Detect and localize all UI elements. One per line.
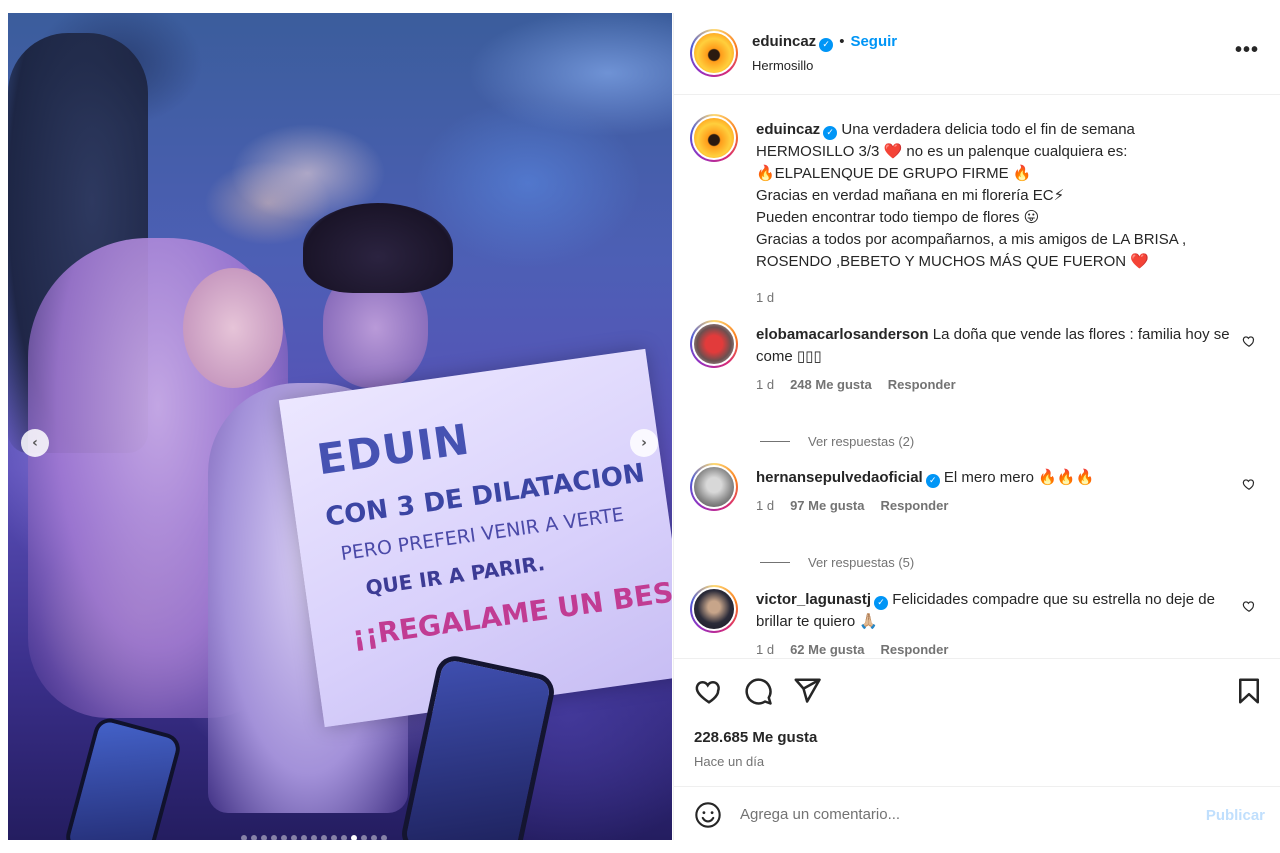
- comment-time[interactable]: 1 d: [756, 642, 774, 657]
- carousel-dot: [241, 835, 247, 840]
- comment-meta: 1 d 97 Me gusta Responder: [756, 495, 1236, 517]
- heart-icon[interactable]: [694, 676, 724, 706]
- verified-badge-icon: ✓: [819, 38, 834, 52]
- next-slide-button[interactable]: ›: [630, 429, 658, 457]
- post-location[interactable]: Hermosillo: [752, 58, 813, 73]
- post-details-panel: eduincaz ✓ • Seguir Hermosillo ••• eduincaz…: [673, 13, 1280, 840]
- author-username[interactable]: eduincaz: [752, 33, 816, 50]
- comment-likes[interactable]: 97 Me gusta: [790, 498, 864, 513]
- caption-line-4: Gracias en verdad mañana en mi florería …: [756, 187, 1065, 204]
- view-replies-button[interactable]: Ver respuestas (2): [760, 434, 914, 449]
- comment-body: hernansepulvedaoficial ✓ El mero mero 🔥🔥🔥…: [756, 467, 1236, 517]
- carousel-indicator: [241, 835, 387, 840]
- reply-button[interactable]: Responder: [881, 498, 949, 513]
- post-header: eduincaz ✓ • Seguir Hermosillo •••: [674, 13, 1280, 95]
- caption-time[interactable]: 1 d: [756, 287, 1226, 309]
- comment-body: victor_lagunastj ✓ Felicidades compadre q…: [756, 589, 1236, 658]
- comment-input[interactable]: [740, 800, 1180, 828]
- photo-woman-face: [183, 268, 283, 388]
- verified-badge-icon: ✓: [823, 126, 838, 140]
- comment-body: elobamacarlosanderson La doña que vende …: [756, 324, 1236, 396]
- publish-button[interactable]: Publicar: [1206, 807, 1265, 824]
- comment-time[interactable]: 1 d: [756, 377, 774, 392]
- carousel-dot: [331, 835, 337, 840]
- commenter-username[interactable]: hernansepulvedaoficial: [756, 469, 923, 486]
- verified-badge-icon: ✓: [925, 474, 940, 488]
- comment-icon[interactable]: [743, 676, 773, 706]
- caption-line-5: Pueden encontrar todo tiempo de flores 😛: [756, 209, 1040, 226]
- carousel-dot: [351, 835, 357, 840]
- comment-likes[interactable]: 248 Me gusta: [790, 377, 872, 392]
- bookmark-icon[interactable]: [1234, 676, 1264, 706]
- comment-likes[interactable]: 62 Me gusta: [790, 642, 864, 657]
- commenter-avatar[interactable]: [690, 585, 738, 633]
- author-row: eduincaz ✓ • Seguir: [752, 33, 897, 52]
- caption-line-6: Gracias a todos por acompañarnos, a mis …: [756, 231, 1187, 248]
- carousel-dot: [321, 835, 327, 840]
- caption-line-7: ROSENDO ,BEBETO Y MUCHOS MÁS QUE FUERON …: [756, 253, 1149, 270]
- carousel-dot: [261, 835, 267, 840]
- comment-item: elobamacarlosanderson La doña que vende …: [690, 320, 1270, 400]
- chevron-right-icon: ›: [641, 435, 647, 451]
- view-replies-button[interactable]: Ver respuestas (5): [760, 555, 914, 570]
- commenter-avatar[interactable]: [690, 463, 738, 511]
- carousel-dot: [341, 835, 347, 840]
- follow-button[interactable]: Seguir: [850, 33, 897, 50]
- share-icon[interactable]: [792, 676, 822, 706]
- more-options-icon[interactable]: •••: [1235, 39, 1259, 62]
- verified-badge-icon: ✓: [874, 596, 889, 610]
- carousel-dot: [371, 835, 377, 840]
- comment-time[interactable]: 1 d: [756, 498, 774, 513]
- caption-username[interactable]: eduincaz: [756, 121, 820, 138]
- post-time[interactable]: Hace un día: [694, 754, 764, 769]
- comment-like-heart-icon[interactable]: [1242, 334, 1256, 348]
- previous-slide-button[interactable]: ‹: [21, 429, 49, 457]
- action-bar: 228.685 Me gusta Hace un día: [674, 658, 1280, 786]
- carousel-dot: [271, 835, 277, 840]
- comment-item: victor_lagunastj ✓ Felicidades compadre q…: [690, 585, 1270, 658]
- likes-count[interactable]: 228.685 Me gusta: [694, 729, 817, 746]
- reply-button[interactable]: Responder: [888, 377, 956, 392]
- comment-meta: 1 d 248 Me gusta Responder: [756, 374, 1236, 396]
- commenter-username[interactable]: elobamacarlosanderson: [756, 326, 929, 343]
- caption-text: eduincaz ✓ Una verdadera delicia todo el …: [756, 119, 1226, 309]
- caption-author-avatar[interactable]: [690, 114, 738, 162]
- commenter-username[interactable]: victor_lagunastj: [756, 591, 871, 608]
- comment-composer: Publicar: [674, 786, 1280, 840]
- chevron-left-icon: ‹: [32, 435, 38, 451]
- carousel-dot: [281, 835, 287, 840]
- reply-button[interactable]: Responder: [881, 642, 949, 657]
- separator-dot: •: [839, 33, 845, 50]
- carousel-dot: [251, 835, 257, 840]
- comment-meta: 1 d 62 Me gusta Responder: [756, 639, 1236, 658]
- carousel-dot: [291, 835, 297, 840]
- commenter-avatar[interactable]: [690, 320, 738, 368]
- photo-cowboy-hat: [303, 203, 453, 293]
- post-media: EDUIN CON 3 DE DILATACION PERO PREFERI V…: [8, 13, 672, 840]
- sign-line-1: EDUIN: [314, 414, 473, 485]
- carousel-dot: [311, 835, 317, 840]
- author-avatar[interactable]: [690, 29, 738, 77]
- caption-line-2: HERMOSILLO 3/3 ❤️ no es un palenque cual…: [756, 143, 1128, 160]
- caption-line-1: Una verdadera delicia todo el fin de sem…: [841, 121, 1135, 138]
- emoji-icon[interactable]: [694, 801, 722, 829]
- comment-like-heart-icon[interactable]: [1242, 599, 1256, 613]
- comment-text: El mero mero 🔥🔥🔥: [943, 469, 1095, 486]
- carousel-dot: [301, 835, 307, 840]
- comment-like-heart-icon[interactable]: [1242, 477, 1256, 491]
- carousel-dot: [381, 835, 387, 840]
- carousel-dot: [361, 835, 367, 840]
- sign-line-4: QUE IR A PARIR.: [364, 551, 547, 600]
- comment-item: hernansepulvedaoficial ✓ El mero mero 🔥🔥🔥…: [690, 463, 1270, 533]
- caption-line-3: 🔥ELPALENQUE DE GRUPO FIRME 🔥: [756, 165, 1032, 182]
- comments-scroll-area[interactable]: eduincaz ✓ Una verdadera delicia todo el …: [674, 96, 1280, 658]
